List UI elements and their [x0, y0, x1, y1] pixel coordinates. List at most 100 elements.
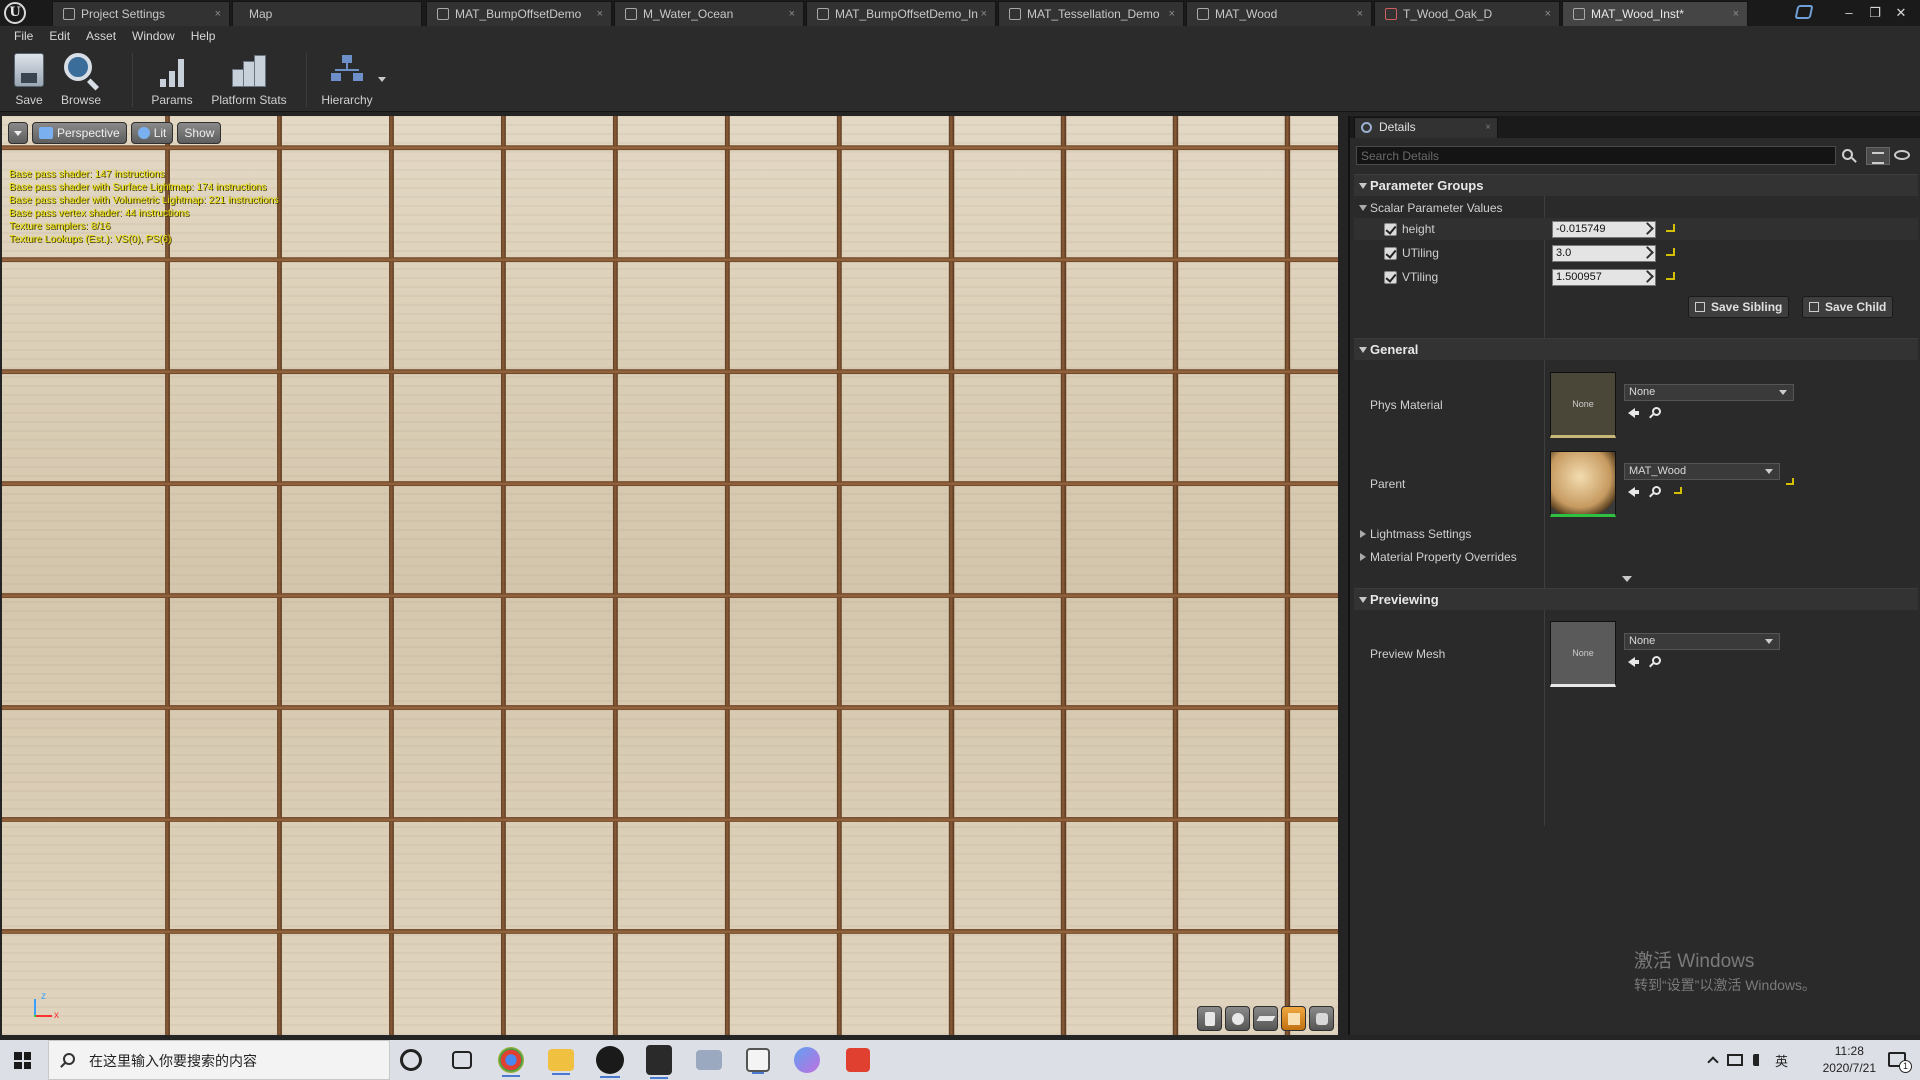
screenshot-tool-icon[interactable]	[846, 1048, 870, 1072]
windows-start-icon[interactable]	[14, 1052, 31, 1069]
use-selected-arrow-icon[interactable]	[1628, 657, 1639, 667]
param-value-field[interactable]: 1.500957	[1552, 269, 1656, 286]
preview-mesh-thumbnail[interactable]: None	[1550, 621, 1616, 687]
param-value-field[interactable]: 3.0	[1552, 245, 1656, 262]
close-icon[interactable]: ×	[1357, 2, 1363, 26]
parent-combo[interactable]: MAT_Wood	[1624, 463, 1780, 480]
preview-viewport[interactable]: Perspective Lit Show Base pass shader: 1…	[2, 116, 1338, 1035]
show-button[interactable]: Show	[177, 122, 222, 144]
save-child-button[interactable]: Save Child	[1802, 296, 1894, 318]
drag-spin-icon[interactable]	[1641, 246, 1654, 259]
epic-games-icon[interactable]	[646, 1045, 672, 1079]
close-icon[interactable]: ×	[215, 2, 221, 26]
chevron-up-icon[interactable]	[1707, 1056, 1719, 1068]
taskbar-search-box[interactable]: 在这里输入你要搜索的内容	[48, 1040, 390, 1080]
eye-icon[interactable]	[1894, 150, 1910, 160]
reset-to-default-icon[interactable]	[1666, 248, 1675, 256]
preview-cylinder-button[interactable]	[1197, 1006, 1222, 1031]
tab-mat-bumpoffsetdemo[interactable]: MAT_BumpOffsetDemo ×	[426, 1, 612, 26]
preview-plane-button[interactable]	[1253, 1006, 1278, 1031]
browse-asset-icon[interactable]	[1652, 656, 1661, 665]
view-options-icon[interactable]	[1866, 147, 1890, 165]
group-scalar-parameter-values[interactable]: Scalar Parameter Values	[1354, 198, 1918, 218]
browse-button[interactable]: Browse	[56, 51, 106, 109]
tab-t-wood-oak-d[interactable]: T_Wood_Oak_D ×	[1374, 1, 1560, 26]
lit-button[interactable]: Lit	[130, 122, 174, 144]
use-selected-arrow-icon[interactable]	[1628, 487, 1639, 497]
close-icon[interactable]: ×	[789, 2, 795, 26]
perspective-button[interactable]: Perspective	[32, 122, 127, 144]
preview-cube-button[interactable]	[1281, 1006, 1306, 1031]
param-value-field[interactable]: -0.015749	[1552, 221, 1656, 238]
close-button[interactable]: ✕	[1890, 2, 1912, 24]
param-enabled-checkbox[interactable]	[1384, 223, 1397, 236]
tab-m-water-ocean[interactable]: M_Water_Ocean ×	[614, 1, 804, 26]
preview-mesh-combo[interactable]: None	[1624, 633, 1780, 650]
tab-details[interactable]: Details ×	[1354, 117, 1498, 138]
restore-button[interactable]: ❐	[1864, 2, 1886, 24]
remote-desktop-icon[interactable]	[696, 1050, 722, 1070]
menu-asset[interactable]: Asset	[78, 26, 124, 47]
preview-sphere-button[interactable]	[1225, 1006, 1250, 1031]
reset-to-default-icon[interactable]	[1666, 272, 1675, 280]
tab-mat-bumpoffsetdemo-inst[interactable]: MAT_BumpOffsetDemo_In ×	[806, 1, 996, 26]
tab-map[interactable]: Map	[232, 1, 422, 26]
close-icon[interactable]: ×	[1485, 118, 1491, 137]
tab-mat-tessellation-demo[interactable]: MAT_Tessellation_Demo ×	[998, 1, 1184, 26]
file-explorer-icon[interactable]	[548, 1049, 574, 1075]
close-icon[interactable]: ×	[1733, 2, 1739, 26]
reset-to-default-icon[interactable]	[1786, 478, 1794, 485]
notification-icon[interactable]: 1	[1888, 1052, 1912, 1073]
tab-mat-wood-inst[interactable]: MAT_Wood_Inst* ×	[1562, 1, 1748, 26]
parent-thumbnail[interactable]	[1550, 451, 1616, 517]
close-icon[interactable]: ×	[597, 2, 603, 26]
minimize-button[interactable]: –	[1838, 2, 1860, 24]
menu-help[interactable]: Help	[183, 26, 224, 47]
params-button[interactable]: Params	[146, 51, 198, 109]
group-material-property-overrides[interactable]: Material Property Overrides	[1354, 547, 1918, 567]
volume-icon[interactable]	[1752, 1054, 1765, 1066]
viewport-options-button[interactable]	[8, 122, 28, 144]
tab-mat-wood[interactable]: MAT_Wood ×	[1186, 1, 1372, 26]
param-enabled-checkbox[interactable]	[1384, 247, 1397, 260]
menu-window[interactable]: Window	[124, 26, 183, 47]
reset-to-default-icon[interactable]	[1674, 487, 1682, 494]
reset-to-default-icon[interactable]	[1666, 224, 1675, 232]
search-input[interactable]	[1356, 146, 1836, 165]
preview-mesh-button[interactable]	[1309, 1006, 1334, 1031]
close-icon[interactable]: ×	[1169, 2, 1175, 26]
category-previewing[interactable]: Previewing	[1354, 588, 1918, 610]
chrome-icon[interactable]	[498, 1047, 524, 1077]
close-icon[interactable]: ×	[981, 2, 987, 26]
advanced-expand-icon[interactable]	[1622, 576, 1632, 582]
menu-file[interactable]: File	[6, 26, 41, 47]
search-icon[interactable]	[1842, 149, 1853, 160]
phys-material-combo[interactable]: None	[1624, 384, 1794, 401]
drag-spin-icon[interactable]	[1641, 222, 1654, 235]
tab-project-settings[interactable]: Project Settings ×	[52, 1, 230, 26]
category-general[interactable]: General	[1354, 338, 1918, 360]
cortana-icon[interactable]	[400, 1049, 422, 1071]
task-view-icon[interactable]	[452, 1051, 472, 1069]
menu-edit[interactable]: Edit	[41, 26, 78, 47]
unreal-logo-icon[interactable]: U	[4, 2, 26, 24]
hierarchy-dropdown-icon[interactable]	[378, 77, 386, 82]
ime-indicator[interactable]: 英	[1775, 1051, 1788, 1070]
category-parameter-groups[interactable]: Parameter Groups	[1354, 174, 1918, 196]
feedback-icon[interactable]	[1794, 5, 1814, 19]
network-icon[interactable]	[1726, 1054, 1743, 1066]
chat-app-icon[interactable]	[794, 1047, 820, 1073]
platform-stats-button[interactable]: Platform Stats	[206, 51, 292, 109]
unreal-engine-icon[interactable]	[596, 1046, 624, 1078]
group-lightmass-settings[interactable]: Lightmass Settings	[1354, 524, 1918, 544]
use-selected-arrow-icon[interactable]	[1628, 408, 1639, 418]
phys-material-thumbnail[interactable]: None	[1550, 372, 1616, 438]
save-sibling-button[interactable]: Save Sibling	[1688, 296, 1790, 318]
taskbar-clock[interactable]: 11:28 2020/7/21	[1823, 1043, 1876, 1077]
hierarchy-button[interactable]: Hierarchy	[318, 51, 376, 109]
close-icon[interactable]: ×	[1545, 2, 1551, 26]
typora-icon[interactable]	[746, 1048, 770, 1074]
save-button[interactable]: Save	[8, 51, 50, 109]
browse-asset-icon[interactable]	[1652, 407, 1661, 416]
param-enabled-checkbox[interactable]	[1384, 271, 1397, 284]
